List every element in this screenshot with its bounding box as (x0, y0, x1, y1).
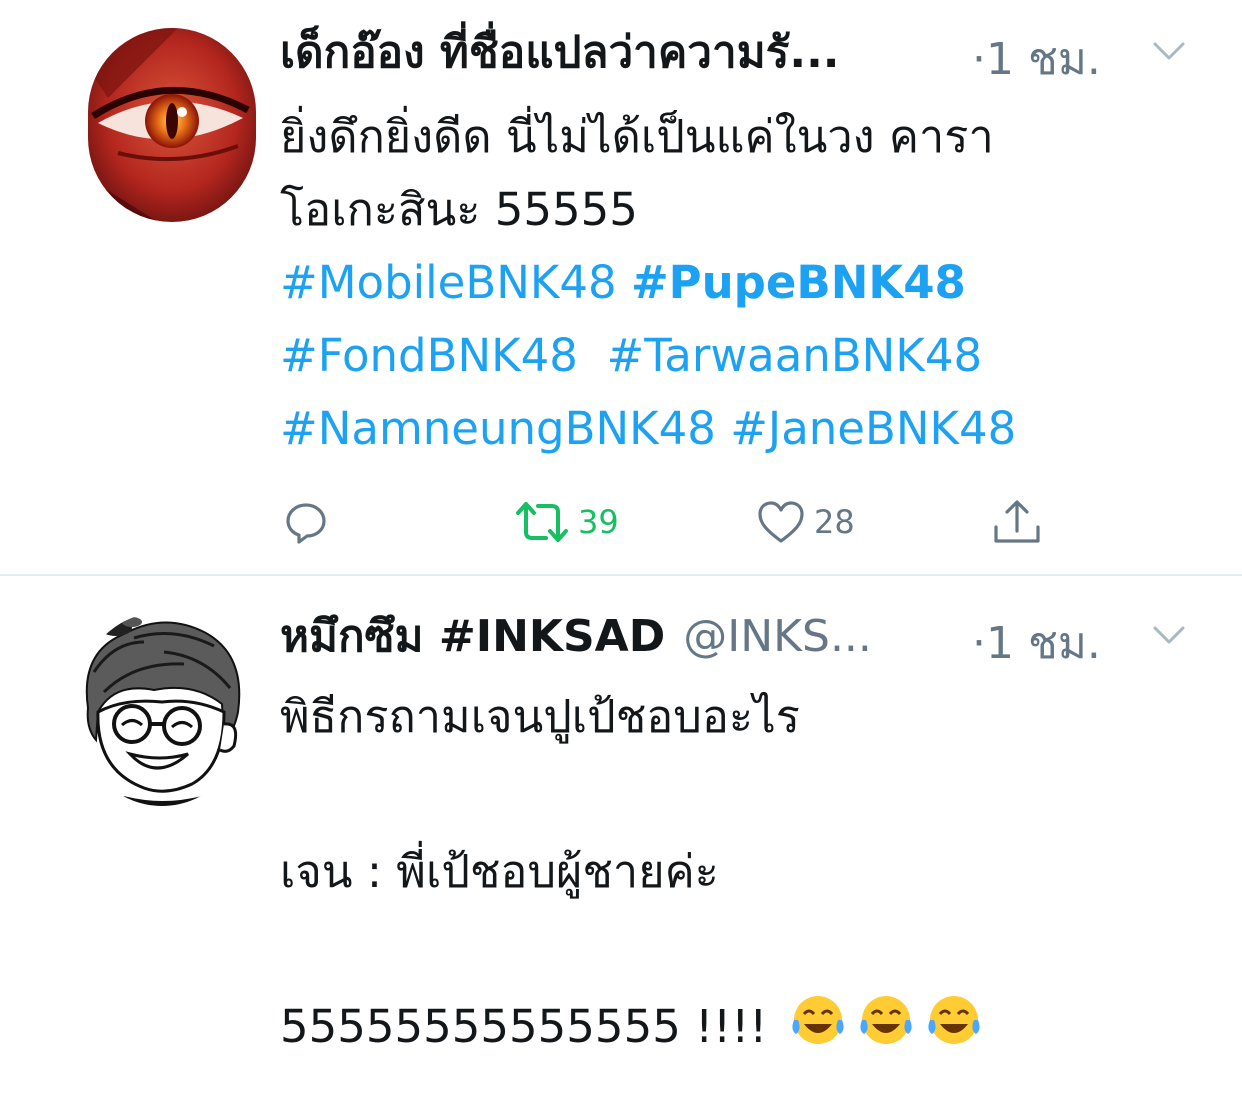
avatar-cartoon-boy-image (74, 612, 250, 806)
hashtag-line: #FondBNK48 #TarwaanBNK48 (280, 319, 1180, 392)
text-line: 55555555555555 !!!! (280, 990, 1180, 1063)
like-count: 28 (814, 503, 855, 541)
hashtag-link[interactable]: #MobileBNK48 (280, 256, 617, 309)
avatar-anime-eye-image (88, 28, 256, 222)
avatar[interactable] (88, 28, 256, 222)
like-button[interactable]: 28 (756, 492, 855, 552)
timestamp[interactable]: ·1 ชม. (972, 24, 1101, 94)
retweet-icon (516, 502, 568, 542)
laugh-text: 55555555555555 !!!! (280, 1000, 768, 1053)
share-button[interactable] (990, 492, 1044, 552)
reply-icon (286, 503, 326, 544)
hashtag-link[interactable]: #NamneungBNK48 (280, 402, 716, 455)
tweet-actions: 39 28 (0, 492, 1242, 552)
tweet[interactable]: เด็กอ๊อง ที่ชื่อแปลว่าความรั... ·1 ชม. ย… (0, 0, 1242, 574)
display-name[interactable]: หมึกซึม #INKSAD (280, 601, 665, 671)
text-line: เจน : พี่เป้ชอบผู้ชายค่ะ (280, 845, 719, 898)
avatar[interactable] (74, 612, 250, 806)
retweet-button[interactable]: 39 (514, 492, 619, 552)
laughing-emoji (860, 996, 912, 1044)
hashtag-line: #NamneungBNK48 #JaneBNK48 (280, 392, 1180, 465)
text-line: โอเกะสินะ 55555 (280, 183, 638, 236)
timestamp[interactable]: ·1 ชม. (972, 608, 1101, 678)
hashtag-link[interactable]: #JaneBNK48 (730, 402, 1016, 455)
text-line: พิธีกรถามเจนปูเป้ชอบอะไร (280, 690, 800, 743)
hashtag-link[interactable]: #FondBNK48 (280, 329, 578, 382)
text-line: ยิ่งดึกยิ่งดีด นี่ไม่ได้เป็นแค่ในวง คารา (280, 110, 994, 163)
tweet-text: พิธีกรถามเจนปูเป้ชอบอะไร เจน : พี่เป้ชอบ… (280, 680, 1180, 1063)
chevron-down-icon[interactable] (1152, 624, 1186, 646)
retweet-count: 39 (578, 503, 619, 541)
hashtag-link[interactable]: #TarwaanBNK48 (607, 329, 983, 382)
hashtag-line: #MobileBNK48 #PupeBNK48 (280, 246, 1180, 319)
like-icon (758, 501, 804, 543)
hashtag-link[interactable]: #PupeBNK48 (631, 256, 966, 309)
reply-button[interactable] (282, 492, 330, 552)
tweet-header: หมึกซึม #INKSAD @INKS... (280, 606, 872, 666)
user-handle[interactable]: @INKS... (683, 611, 872, 662)
display-name[interactable]: เด็กอ๊อง ที่ชื่อแปลว่าความรั... (280, 17, 840, 87)
share-icon (994, 500, 1040, 543)
chevron-down-icon[interactable] (1152, 40, 1186, 62)
laughing-emoji (928, 996, 980, 1044)
laughing-emoji (792, 996, 844, 1044)
tweet-text: ยิ่งดึกยิ่งดีด นี่ไม่ได้เป็นแค่ในวง คารา… (280, 100, 1180, 465)
tweet-header: เด็กอ๊อง ที่ชื่อแปลว่าความรั... (280, 22, 840, 82)
